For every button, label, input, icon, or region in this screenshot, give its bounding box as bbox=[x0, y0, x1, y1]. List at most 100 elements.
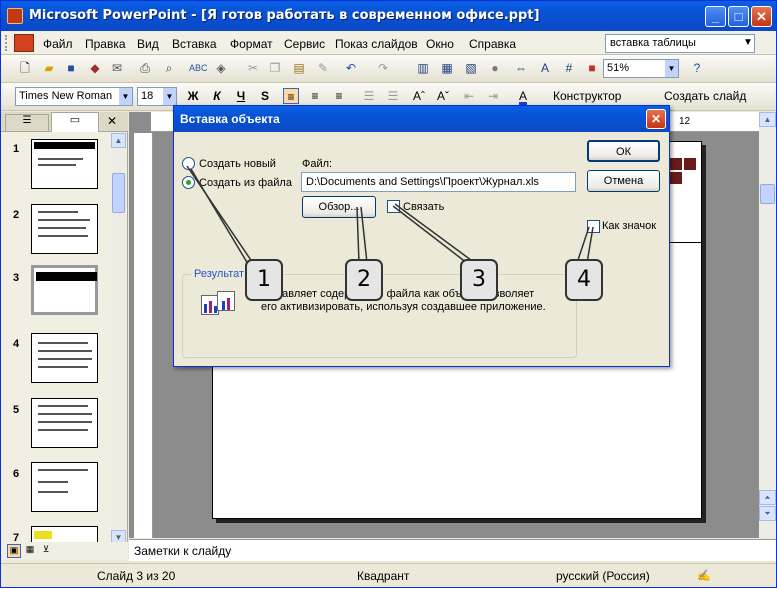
slide-thumbnail-4[interactable] bbox=[31, 333, 98, 383]
scroll-thumb[interactable] bbox=[760, 184, 775, 204]
grid-icon[interactable]: # bbox=[561, 60, 577, 76]
increase-indent-icon[interactable]: ⇥ bbox=[485, 88, 501, 104]
redo-icon[interactable]: ↷ bbox=[375, 60, 391, 76]
menu-format[interactable]: Формат bbox=[230, 37, 273, 51]
editor-scrollbar[interactable]: ▲ ⏶ ⏷ bbox=[759, 112, 776, 538]
as-icon-checkbox[interactable] bbox=[587, 220, 600, 233]
menu-file[interactable]: Файл bbox=[43, 37, 73, 51]
close-icon[interactable]: ✕ bbox=[107, 114, 117, 128]
menu-tools[interactable]: Сервис bbox=[284, 37, 325, 51]
menu-view[interactable]: Вид bbox=[137, 37, 159, 51]
menu-edit[interactable]: Правка bbox=[85, 37, 126, 51]
open-icon[interactable]: ▰ bbox=[41, 60, 57, 76]
italic-button[interactable]: К bbox=[209, 88, 225, 104]
status-bar: Слайд 3 из 20 Квадрант русский (Россия) … bbox=[1, 563, 776, 587]
new-icon[interactable]: 🗋 bbox=[17, 60, 33, 76]
help-icon[interactable]: ? bbox=[689, 60, 705, 76]
create-new-label[interactable]: Создать новый bbox=[199, 158, 276, 170]
slides-panel: ☰ ▭ ✕ 1 2 3 4 5 6 7 ▲ ▼ bbox=[1, 112, 128, 547]
create-new-radio[interactable] bbox=[182, 157, 195, 170]
underline-button[interactable]: Ч bbox=[233, 88, 249, 104]
align-center-icon[interactable]: ≡ bbox=[307, 88, 323, 104]
close-button[interactable]: ✕ bbox=[751, 6, 772, 27]
decrease-font-icon[interactable]: Aˇ bbox=[435, 88, 451, 104]
ok-button[interactable]: ОК bbox=[587, 140, 660, 162]
maximize-button[interactable]: □ bbox=[728, 6, 749, 27]
zoom-select[interactable]: 51% ▼ bbox=[603, 59, 679, 78]
slide-divider bbox=[670, 242, 702, 243]
notes-pane[interactable]: Заметки к слайду bbox=[129, 539, 776, 561]
menu-insert[interactable]: Вставка bbox=[172, 37, 217, 51]
new-slide-button[interactable]: Создать слайд bbox=[664, 89, 746, 103]
menu-slideshow[interactable]: Показ слайдов bbox=[335, 37, 418, 51]
preview-icon[interactable]: ⌕ bbox=[161, 60, 177, 76]
show-formatting-icon[interactable]: A bbox=[537, 60, 553, 76]
sorter-view-icon[interactable]: ▦ bbox=[23, 544, 37, 558]
align-right-icon[interactable]: ≡ bbox=[331, 88, 347, 104]
tab-outline[interactable]: ☰ bbox=[5, 114, 49, 132]
shadow-button[interactable]: S bbox=[257, 88, 273, 104]
spelling-icon[interactable]: ABC bbox=[189, 60, 208, 76]
undo-icon[interactable]: ↶ bbox=[343, 60, 359, 76]
ruler-mark: 12 bbox=[679, 116, 691, 127]
slide-thumbnail-3[interactable] bbox=[31, 265, 98, 315]
color-grayscale-icon[interactable]: ■ bbox=[584, 60, 600, 76]
format-painter-icon[interactable]: ✎ bbox=[315, 60, 331, 76]
menu-window[interactable]: Окно bbox=[426, 37, 454, 51]
tables-borders-icon[interactable]: ▧ bbox=[463, 60, 479, 76]
create-from-file-radio[interactable] bbox=[182, 176, 195, 189]
file-path-input[interactable]: D:\Documents and Settings\Проект\Журнал.… bbox=[301, 172, 576, 192]
spelling-status-icon: ✍ bbox=[697, 570, 711, 582]
hyperlink-icon[interactable]: ● bbox=[487, 60, 503, 76]
paste-icon[interactable]: ▤ bbox=[291, 60, 307, 76]
menu-help[interactable]: Справка bbox=[469, 37, 516, 51]
scroll-up-icon[interactable]: ▲ bbox=[111, 133, 126, 148]
font-color-icon[interactable]: A bbox=[515, 88, 531, 104]
research-icon[interactable]: ◈ bbox=[213, 60, 229, 76]
designer-button[interactable]: Конструктор bbox=[553, 89, 621, 103]
slide-thumbnail-5[interactable] bbox=[31, 398, 98, 448]
font-size-select[interactable]: 18 ▼ bbox=[137, 87, 177, 106]
minimize-button[interactable]: _ bbox=[705, 6, 726, 27]
decrease-indent-icon[interactable]: ⇤ bbox=[461, 88, 477, 104]
scroll-thumb[interactable] bbox=[112, 173, 125, 213]
copy-icon[interactable]: ❐ bbox=[267, 60, 283, 76]
prev-slide-icon[interactable]: ⏶ bbox=[759, 490, 776, 505]
chevron-down-icon: ▼ bbox=[665, 60, 678, 77]
permission-icon[interactable]: ◆ bbox=[87, 60, 103, 76]
numbering-icon[interactable]: ☰ bbox=[361, 88, 377, 104]
insert-chart-icon[interactable]: ▥ bbox=[415, 60, 431, 76]
chevron-down-icon[interactable]: ▼ bbox=[743, 37, 753, 48]
create-from-file-label[interactable]: Создать из файла bbox=[199, 177, 292, 189]
slide-number: 3 bbox=[13, 272, 20, 284]
bullets-icon[interactable]: ☰ bbox=[385, 88, 401, 104]
bold-button[interactable]: Ж bbox=[185, 88, 201, 104]
font-select[interactable]: Times New Roman ▼ bbox=[15, 87, 133, 106]
help-search-input[interactable]: вставка таблицы bbox=[605, 34, 755, 53]
as-icon-label[interactable]: Как значок bbox=[602, 220, 656, 232]
increase-font-icon[interactable]: Aˆ bbox=[411, 88, 427, 104]
document-icon[interactable] bbox=[14, 34, 34, 52]
slide-thumbnail-2[interactable] bbox=[31, 204, 98, 254]
link-checkbox[interactable] bbox=[387, 200, 400, 213]
slideshow-view-icon[interactable]: ⊻ bbox=[39, 544, 53, 558]
normal-view-icon[interactable]: ▣ bbox=[7, 544, 21, 558]
close-icon[interactable]: ✕ bbox=[646, 109, 666, 129]
slide-thumbnail-1[interactable] bbox=[31, 139, 98, 189]
next-slide-icon[interactable]: ⏷ bbox=[759, 506, 776, 521]
cut-icon[interactable]: ✂ bbox=[245, 60, 261, 76]
print-icon[interactable]: ⎙ bbox=[137, 60, 153, 76]
link-label[interactable]: Связать bbox=[403, 201, 444, 213]
tab-slides[interactable]: ▭ bbox=[51, 112, 99, 132]
browse-button[interactable]: Обзор... bbox=[302, 196, 376, 218]
save-icon[interactable]: ■ bbox=[63, 60, 79, 76]
email-icon[interactable]: ✉ bbox=[109, 60, 125, 76]
scroll-up-icon[interactable]: ▲ bbox=[759, 112, 776, 127]
cancel-button[interactable]: Отмена bbox=[587, 170, 660, 192]
panel-scrollbar[interactable]: ▲ ▼ bbox=[111, 133, 126, 546]
slide-thumbnail-6[interactable] bbox=[31, 462, 98, 512]
insert-table-icon[interactable]: ▦ bbox=[439, 60, 455, 76]
slide-decoration bbox=[684, 158, 696, 170]
expand-icon[interactable]: ⇔ bbox=[513, 60, 529, 76]
align-left-icon[interactable]: ≡ bbox=[283, 88, 299, 104]
